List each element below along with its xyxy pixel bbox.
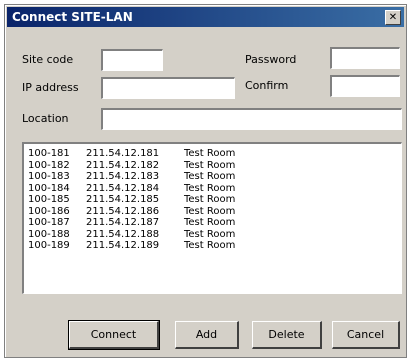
site-code-cell: 100-181: [28, 148, 70, 159]
site-code-cell: 100-188: [28, 228, 70, 240]
ip-cell: 211.54.12.185: [86, 194, 160, 205]
site-code-cell: 100-185: [28, 194, 70, 205]
site-code-cell: 100-183: [28, 171, 70, 182]
list-item[interactable]: 100-181 211.54.12.181 Test Room: [24, 148, 401, 160]
site-code-cell: 100-187: [28, 217, 70, 228]
delete-button[interactable]: Delete: [252, 321, 322, 349]
ip-address-input[interactable]: [101, 77, 235, 99]
password-input[interactable]: [330, 47, 400, 69]
cancel-button[interactable]: Cancel: [332, 321, 400, 349]
ip-cell: 211.54.12.187: [86, 217, 160, 228]
list-item[interactable]: 100-183 211.54.12.183 Test Room: [24, 171, 401, 183]
confirm-input[interactable]: [330, 75, 400, 97]
list-item[interactable]: 100-186 211.54.12.186 Test Room: [24, 206, 401, 218]
list-item[interactable]: 100-182 211.54.12.182 Test Room: [24, 160, 401, 172]
connect-button[interactable]: Connect: [68, 320, 160, 350]
location-cell: Test Room: [184, 171, 236, 182]
ip-cell: 211.54.12.181: [86, 148, 160, 159]
location-cell: Test Room: [184, 194, 236, 205]
ip-cell: 211.54.12.186: [86, 205, 160, 217]
site-list[interactable]: 100-181 211.54.12.181 Test Room 100-182 211…: [22, 142, 402, 294]
site-code-cell: 100-184: [28, 182, 70, 194]
close-icon[interactable]: ✕: [385, 10, 401, 25]
list-item[interactable]: 100-185 211.54.12.185 Test Room: [24, 194, 401, 206]
list-item[interactable]: 100-184 211.54.12.184 Test Room: [24, 183, 401, 195]
list-item[interactable]: 100-187 211.54.12.187 Test Room: [24, 217, 401, 229]
location-cell: Test Room: [184, 148, 236, 159]
site-code-cell: 100-182: [28, 159, 70, 171]
ip-address-label: IP address: [22, 81, 79, 94]
ip-cell: 211.54.12.188: [86, 228, 160, 240]
window-title: Connect SITE-LAN: [12, 10, 133, 24]
ip-cell: 211.54.12.189: [86, 240, 160, 251]
connect-dialog: Connect SITE-LAN ✕ Site code IP address …: [4, 4, 407, 358]
site-code-cell: 100-186: [28, 205, 70, 217]
location-cell: Test Room: [184, 182, 236, 194]
add-button[interactable]: Add: [175, 321, 239, 349]
list-item[interactable]: 100-188 211.54.12.188 Test Room: [24, 229, 401, 241]
location-label: Location: [22, 112, 69, 125]
ip-cell: 211.54.12.182: [86, 159, 160, 171]
location-cell: Test Room: [184, 159, 236, 171]
location-cell: Test Room: [184, 228, 236, 240]
ip-cell: 211.54.12.183: [86, 171, 160, 182]
site-code-cell: 100-189: [28, 240, 70, 251]
location-input[interactable]: [101, 108, 402, 130]
site-code-input[interactable]: [101, 49, 163, 71]
confirm-label: Confirm: [245, 79, 289, 92]
site-code-label: Site code: [22, 53, 74, 66]
ip-cell: 211.54.12.184: [86, 182, 160, 194]
location-cell: Test Room: [184, 217, 236, 228]
location-cell: Test Room: [184, 205, 236, 217]
password-label: Password: [245, 53, 297, 66]
list-item[interactable]: 100-189 211.54.12.189 Test Room: [24, 240, 401, 252]
location-cell: Test Room: [184, 240, 236, 251]
title-bar[interactable]: Connect SITE-LAN ✕: [7, 7, 404, 27]
